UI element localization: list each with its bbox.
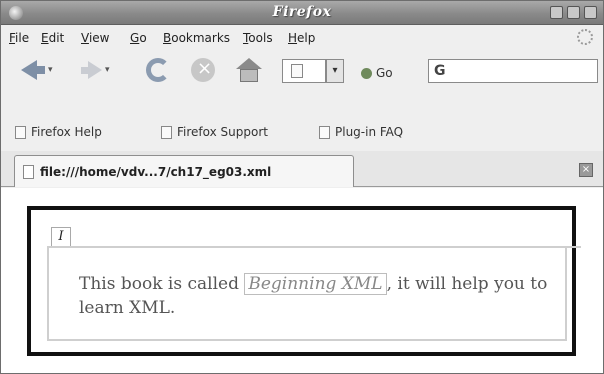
menu-view-mnemonic: V <box>81 31 89 45</box>
menu-edit-label: dit <box>48 31 65 45</box>
tab-bar: file:///home/vdv...7/ch17_eg03.xml × <box>1 151 603 187</box>
document-frame: I This book is called Beginning XML, it … <box>27 206 581 356</box>
back-dropdown-icon[interactable]: ▾ <box>48 65 53 75</box>
menu-help[interactable]: Help <box>288 31 315 45</box>
menu-go[interactable]: Go <box>130 31 147 45</box>
forward-button[interactable]: ▾ <box>81 57 110 83</box>
menu-edit[interactable]: Edit <box>41 31 64 45</box>
back-button[interactable]: ▾ <box>21 57 53 83</box>
menu-help-mnemonic: H <box>288 31 298 45</box>
stop-button[interactable] <box>191 57 215 83</box>
menu-view-label: iew <box>88 31 110 45</box>
page-content: I This book is called Beginning XML, it … <box>1 188 603 373</box>
go-button[interactable]: Go <box>361 66 393 80</box>
window-title: Firefox <box>272 4 332 20</box>
url-dropdown-button[interactable]: ▾ <box>326 59 344 83</box>
bookmark-label: Firefox Help <box>31 125 102 139</box>
title-bar: Firefox <box>1 1 603 25</box>
go-label: Go <box>376 66 393 80</box>
reload-icon <box>146 58 170 82</box>
menu-bar: File Edit View Go Bookmarks Tools Help <box>1 26 603 50</box>
forward-arrow-icon <box>88 61 102 79</box>
menu-bookmarks-label: ookmarks <box>171 31 231 45</box>
book-title: Beginning XML <box>244 273 387 295</box>
page-icon <box>291 64 303 78</box>
menu-file[interactable]: File <box>9 31 29 45</box>
tab-page-icon <box>23 164 34 179</box>
tab-active[interactable]: file:///home/vdv...7/ch17_eg03.xml <box>14 155 354 187</box>
stop-icon <box>191 58 215 82</box>
bookmark-page-icon <box>319 125 330 139</box>
bookmark-page-icon <box>15 125 26 139</box>
window-controls <box>550 6 597 19</box>
menu-help-label: elp <box>297 31 316 45</box>
home-button[interactable] <box>236 57 262 83</box>
url-input[interactable] <box>282 59 326 83</box>
menu-go-mnemonic: G <box>130 31 140 45</box>
minimize-icon[interactable] <box>550 6 563 19</box>
back-arrow-tail <box>35 66 45 74</box>
bookmark-plugin-faq[interactable]: Plug-in FAQ <box>319 125 403 139</box>
forward-dropdown-icon[interactable]: ▾ <box>105 65 110 75</box>
home-icon <box>236 58 262 82</box>
search-engine-icon[interactable]: G <box>434 63 446 79</box>
bookmark-page-icon <box>161 125 172 139</box>
bookmark-label: Firefox Support <box>177 125 268 139</box>
tab-label: file:///home/vdv...7/ch17_eg03.xml <box>40 164 272 179</box>
close-icon[interactable] <box>584 6 597 19</box>
reload-button[interactable] <box>146 57 170 83</box>
search-input[interactable]: G <box>428 59 598 83</box>
bookmark-label: Plug-in FAQ <box>335 125 404 139</box>
maximize-icon[interactable] <box>567 6 580 19</box>
menu-bookmarks-mnemonic: B <box>163 31 172 45</box>
browser-window: Firefox File Edit View Go Bookmarks Tool… <box>0 0 604 374</box>
close-tab-icon[interactable]: × <box>579 163 593 177</box>
menu-view[interactable]: View <box>81 31 109 45</box>
menu-file-label: ile <box>15 31 30 45</box>
menu-edit-mnemonic: E <box>41 31 49 45</box>
paragraph: This book is called Beginning XML, it wi… <box>79 272 559 320</box>
throbber-icon <box>577 29 593 45</box>
menu-bookmarks[interactable]: Bookmarks <box>163 31 230 45</box>
menu-go-label: o <box>139 31 147 45</box>
text-before: This book is called <box>79 274 245 294</box>
legend-label: I <box>51 227 71 247</box>
bookmark-firefox-support[interactable]: Firefox Support <box>161 125 268 139</box>
bookmark-firefox-help[interactable]: Firefox Help <box>15 125 102 139</box>
go-icon <box>361 67 372 79</box>
navigation-toolbar: ▾ ▾ ▾ Go G <box>1 51 603 89</box>
menu-tools-label: ools <box>248 31 273 45</box>
menu-tools[interactable]: Tools <box>243 31 273 45</box>
